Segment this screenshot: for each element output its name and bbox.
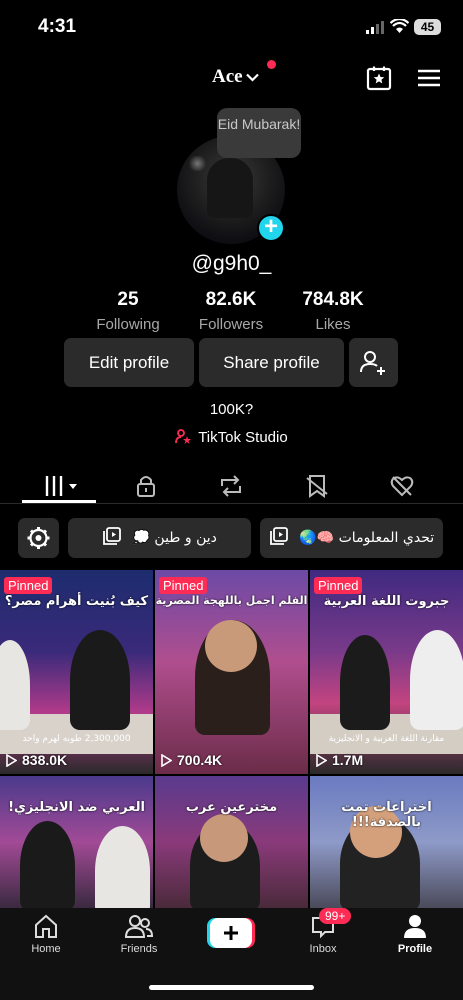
nav-profile[interactable]: Profile bbox=[380, 914, 450, 955]
favorites-icon[interactable] bbox=[366, 65, 392, 91]
playlist-chip[interactable]: دين و طين 💭 bbox=[68, 518, 251, 558]
video-thumbnail[interactable]: العربي ضد الانجليزي! bbox=[0, 776, 153, 908]
account-name: Ace bbox=[212, 66, 243, 87]
video-thumbnail[interactable]: جبروت اللغة العربية مقارنة اللغة العربية… bbox=[310, 570, 463, 774]
stat-label: Followers bbox=[198, 316, 264, 333]
profile-handle: @g9h0_ bbox=[191, 252, 272, 275]
nav-label: Inbox bbox=[309, 943, 337, 955]
stat-value: 25 bbox=[117, 289, 139, 310]
studio-label: TikTok Studio bbox=[198, 429, 288, 446]
stat-value: 82.6K bbox=[205, 289, 257, 310]
tiktok-studio-link[interactable]: TikTok Studio bbox=[0, 429, 463, 446]
video-title: كيف بُنيت أهرام مصر؟ bbox=[4, 594, 149, 609]
play-icon bbox=[161, 753, 172, 767]
playlist-label: تحدي المعلومات 🧠🌏 bbox=[299, 530, 435, 546]
video-title: مخترعين عرب bbox=[185, 800, 278, 815]
stat-followers[interactable]: 82.6K Followers bbox=[176, 289, 286, 333]
status-time: 4:31 bbox=[38, 16, 77, 37]
video-subtitle: 2,300,000 طوبه لهرم واحد bbox=[22, 734, 131, 744]
add-avatar-button[interactable]: + bbox=[257, 214, 285, 242]
stat-label: Likes bbox=[315, 316, 351, 333]
wifi-icon bbox=[390, 19, 409, 33]
playlist-label: دين و طين 💭 bbox=[132, 530, 217, 546]
menu-icon[interactable] bbox=[416, 65, 442, 91]
profile-header: Ace bbox=[0, 58, 463, 98]
nav-label: Profile bbox=[397, 943, 433, 955]
lock-icon[interactable] bbox=[132, 472, 160, 500]
liked-hidden-icon[interactable] bbox=[388, 472, 416, 500]
signal-icon bbox=[366, 21, 384, 34]
pinned-badge: Pinned bbox=[159, 577, 208, 594]
view-count-text: 700.4K bbox=[177, 752, 223, 768]
pinned-badge: Pinned bbox=[4, 577, 53, 594]
account-switcher[interactable]: Ace bbox=[212, 60, 276, 88]
home-indicator bbox=[149, 985, 314, 990]
view-count-text: 838.0K bbox=[22, 752, 68, 768]
share-profile-button[interactable]: Share profile bbox=[199, 338, 344, 387]
edit-profile-button[interactable]: Edit profile bbox=[64, 338, 194, 387]
view-count: 700.4K bbox=[161, 752, 222, 768]
video-thumbnail[interactable]: الفلم اجمل باللهجة المصرية Pinned 700.4K bbox=[155, 570, 308, 774]
bookmark-hidden-icon[interactable] bbox=[303, 472, 331, 500]
chevron-down-icon bbox=[245, 73, 259, 82]
status-bar: 4:31 45 bbox=[0, 0, 463, 56]
playlist-icon bbox=[269, 527, 288, 545]
home-icon bbox=[35, 914, 57, 938]
view-count-text: 1.7M bbox=[332, 752, 364, 768]
video-subtitle: مقارنة اللغة العربية و الانجليزية bbox=[328, 734, 445, 744]
playlist-icon bbox=[103, 527, 121, 545]
video-title: جبروت اللغة العربية bbox=[323, 594, 450, 609]
notification-dot bbox=[266, 60, 276, 69]
add-user-icon bbox=[360, 351, 385, 375]
nav-friends[interactable]: Friends bbox=[104, 914, 174, 955]
playlist-settings-button[interactable] bbox=[18, 518, 59, 558]
view-count: 838.0K bbox=[6, 752, 67, 768]
battery-icon: 45 bbox=[414, 19, 441, 35]
studio-icon bbox=[175, 429, 192, 444]
profile-icon bbox=[404, 915, 426, 938]
stat-following[interactable]: 25 Following bbox=[73, 289, 183, 333]
video-title: الفلم اجمل باللهجة المصرية bbox=[155, 594, 308, 607]
gear-icon bbox=[27, 527, 50, 549]
inbox-badge: 99+ bbox=[319, 908, 352, 924]
video-title: اختراعات تمت بالصدفة!!! bbox=[341, 800, 432, 830]
divider bbox=[0, 503, 463, 504]
video-thumbnail[interactable]: اختراعات تمت بالصدفة!!! bbox=[310, 776, 463, 908]
stat-label: Following bbox=[96, 316, 160, 333]
stat-value: 784.8K bbox=[302, 289, 364, 310]
stat-likes[interactable]: 784.8K Likes bbox=[278, 289, 388, 333]
pinned-badge: Pinned bbox=[314, 577, 363, 594]
play-icon bbox=[6, 753, 17, 767]
videos-grid-icon[interactable] bbox=[44, 472, 80, 500]
play-icon bbox=[316, 753, 327, 767]
video-title: العربي ضد الانجليزي! bbox=[8, 800, 145, 815]
nav-home[interactable]: Home bbox=[11, 914, 81, 955]
video-thumbnail[interactable]: مخترعين عرب bbox=[155, 776, 308, 908]
create-button[interactable] bbox=[207, 918, 255, 948]
profile-bio: 100K? bbox=[209, 401, 254, 418]
note-bubble[interactable]: Eid Mubarak! bbox=[217, 108, 301, 158]
content-tabs bbox=[0, 468, 463, 504]
friends-icon bbox=[125, 915, 153, 938]
nav-label: Home bbox=[31, 943, 61, 955]
nav-label: Friends bbox=[120, 943, 158, 955]
view-count: 1.7M bbox=[316, 752, 363, 768]
playlist-chip[interactable]: تحدي المعلومات 🧠🌏 bbox=[260, 518, 443, 558]
add-friend-button[interactable] bbox=[349, 338, 398, 387]
video-thumbnail[interactable]: كيف بُنيت أهرام مصر؟ 2,300,000 طوبه لهرم… bbox=[0, 570, 153, 774]
repost-icon[interactable] bbox=[217, 472, 245, 500]
